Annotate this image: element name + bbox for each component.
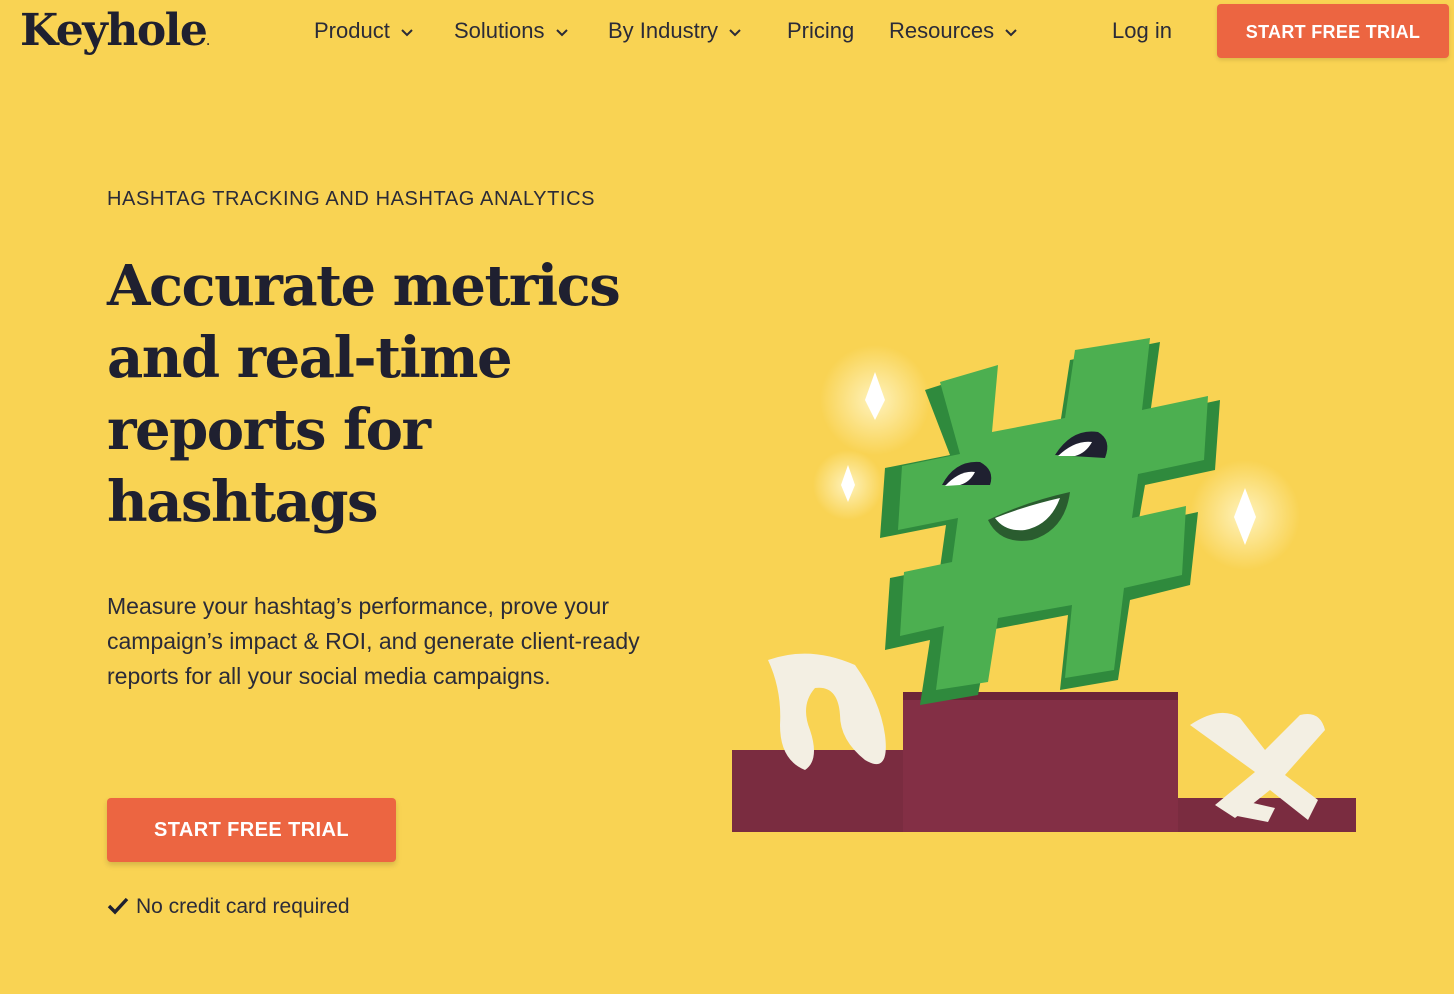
nav-item-label: By Industry [608, 18, 719, 43]
nav-item-label: Solutions [454, 18, 545, 43]
chevron-down-icon [728, 27, 742, 37]
hero-description: Measure your hashtag’s performance, prov… [107, 593, 640, 689]
nav-item-pricing[interactable]: Pricing [787, 14, 854, 48]
main-nav: Product Solutions By Industry Pricing Re… [0, 0, 1454, 62]
checkmark-icon [107, 896, 129, 916]
nav-item-label: Product [314, 18, 390, 43]
nav-item-product[interactable]: Product [314, 14, 414, 48]
hero-headline: Accurate metrics and real-time reports f… [107, 253, 621, 535]
no-credit-card-note: No credit card required [107, 893, 350, 921]
hero-eyebrow: HASHTAG TRACKING AND HASHTAG ANALYTICS [107, 188, 596, 210]
login-link[interactable]: Log in [1112, 14, 1172, 48]
no-credit-card-text: No credit card required [136, 895, 350, 918]
chevron-down-icon [400, 27, 414, 37]
nav-item-by-industry[interactable]: By Industry [608, 14, 742, 48]
nav-item-label: Resources [889, 18, 995, 43]
chevron-down-icon [555, 27, 569, 37]
hashtag-podium-illustration [732, 338, 1356, 832]
nav-item-solutions[interactable]: Solutions [454, 14, 569, 48]
chevron-down-icon [1004, 27, 1018, 37]
hero-start-free-trial-button[interactable]: START FREE TRIAL [107, 798, 396, 862]
nav-item-label: Pricing [787, 18, 855, 43]
nav-start-free-trial-button[interactable]: START FREE TRIAL [1217, 4, 1449, 58]
hashtag-mascot-icon [880, 338, 1220, 705]
nav-item-resources[interactable]: Resources [889, 14, 1018, 48]
